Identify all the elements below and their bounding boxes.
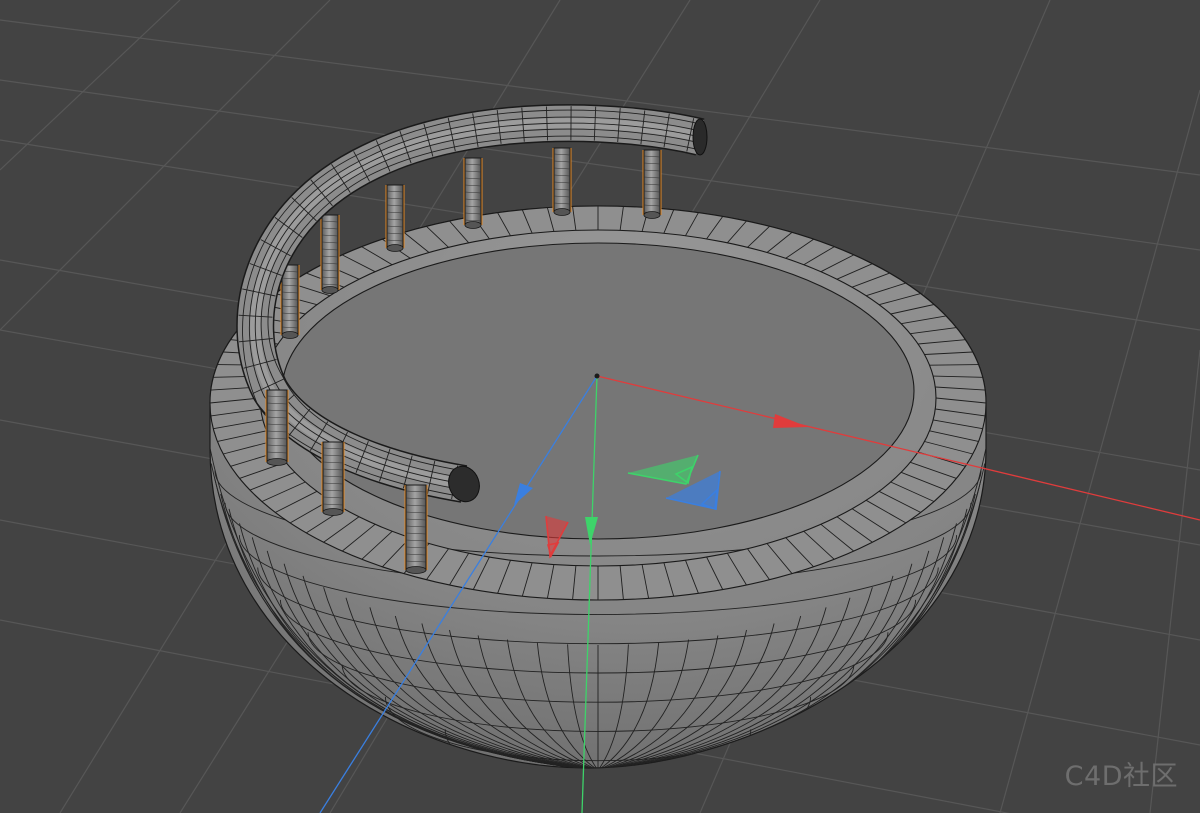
railing-post[interactable]	[321, 441, 345, 516]
grid-line	[0, 19, 1200, 176]
railing-post[interactable]	[265, 389, 289, 466]
railing-post[interactable]	[552, 147, 572, 216]
bowl-inner-floor[interactable]	[281, 242, 915, 540]
railing-post[interactable]	[642, 149, 662, 219]
railing-post[interactable]	[463, 157, 483, 229]
railing-post[interactable]	[404, 484, 428, 574]
rim-segment-line	[929, 364, 979, 366]
grid-line	[999, 89, 1200, 813]
viewport-scene[interactable]	[0, 0, 1200, 813]
watermark: C4D社区	[1064, 761, 1178, 792]
railing-post[interactable]	[320, 214, 340, 294]
railing-post[interactable]	[385, 184, 405, 252]
3d-viewport[interactable]: C4D社区	[0, 0, 1200, 813]
grid-line	[0, 0, 181, 171]
handrail-end-cap-back[interactable]	[692, 118, 708, 156]
gizmo-origin[interactable]	[594, 373, 600, 379]
